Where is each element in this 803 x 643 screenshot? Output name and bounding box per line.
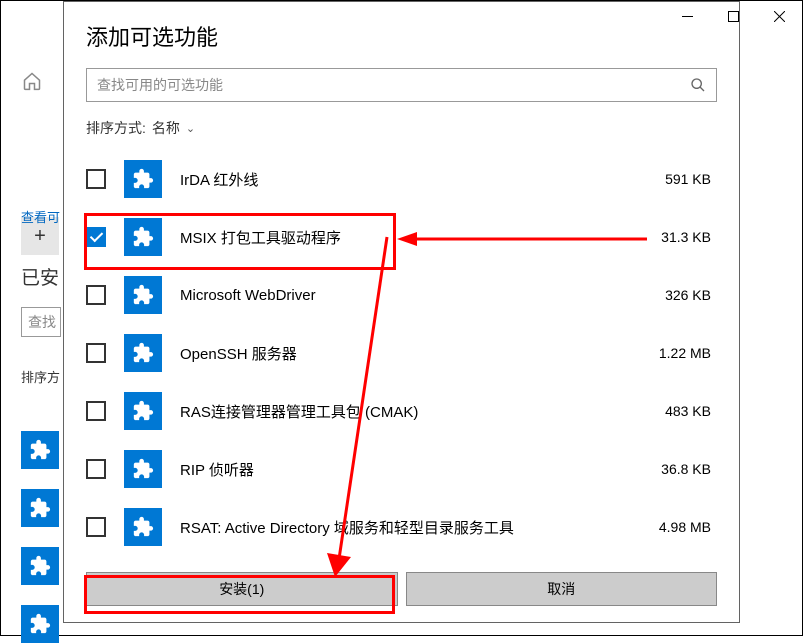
puzzle-icon [124, 218, 162, 256]
feature-size: 36.8 KB [661, 461, 711, 477]
feature-checkbox[interactable] [86, 459, 106, 479]
feature-item[interactable]: Microsoft WebDriver 326 KB [86, 266, 717, 324]
feature-name: RAS连接管理器管理工具包 (CMAK) [180, 401, 647, 422]
feature-checkbox[interactable] [86, 401, 106, 421]
bg-installed-heading: 已安 [21, 263, 63, 290]
feature-checkbox[interactable] [86, 285, 106, 305]
feature-item[interactable]: RIP 侦听器 36.8 KB [86, 440, 717, 498]
feature-name: RSAT: Active Directory 域服务和轻型目录服务工具 [180, 517, 641, 538]
dialog-title: 添加可选功能 [86, 20, 717, 52]
feature-size: 4.98 MB [659, 519, 711, 535]
feature-size: 1.22 MB [659, 345, 711, 361]
bg-feature-icon [21, 605, 59, 643]
feature-name: Microsoft WebDriver [180, 287, 647, 304]
install-button[interactable]: 安装(1) [86, 572, 398, 606]
feature-list: IrDA 红外线 591 KB MSIX 打包工具驱动程序 31.3 KB Micros… [86, 150, 717, 560]
feature-item[interactable]: MSIX 打包工具驱动程序 31.3 KB [86, 208, 717, 266]
feature-item[interactable]: IrDA 红外线 591 KB [86, 150, 717, 208]
feature-item[interactable]: OpenSSH 服务器 1.22 MB [86, 324, 717, 382]
bg-view-available-link: 查看可 [21, 207, 63, 226]
feature-name: IrDA 红外线 [180, 169, 647, 190]
feature-checkbox[interactable] [86, 343, 106, 363]
minimize-button[interactable] [664, 1, 710, 31]
feature-item[interactable]: RSAT: Active Directory 域服务和轻型目录服务工具 4.98 … [86, 498, 717, 556]
puzzle-icon [124, 392, 162, 430]
add-optional-feature-dialog: 添加可选功能 排序方式: 名称 ⌄ IrDA 红外线 591 KB MSIX 打包工… [63, 1, 740, 623]
puzzle-icon [124, 276, 162, 314]
bg-feature-icon [21, 431, 59, 469]
search-input-container[interactable] [86, 68, 717, 102]
maximize-button[interactable] [710, 1, 756, 31]
feature-size: 591 KB [665, 171, 711, 187]
home-icon [22, 71, 42, 91]
feature-checkbox[interactable] [86, 517, 106, 537]
feature-size: 483 KB [665, 403, 711, 419]
bg-search-input: 查找 [21, 307, 61, 337]
puzzle-icon [124, 334, 162, 372]
feature-name: OpenSSH 服务器 [180, 343, 641, 364]
puzzle-icon [124, 160, 162, 198]
bg-feature-icon [21, 489, 59, 527]
feature-name: MSIX 打包工具驱动程序 [180, 227, 643, 248]
feature-checkbox[interactable] [86, 227, 106, 247]
feature-item[interactable]: RAS连接管理器管理工具包 (CMAK) 483 KB [86, 382, 717, 440]
bg-feature-icon [21, 547, 59, 585]
feature-checkbox[interactable] [86, 169, 106, 189]
search-icon [690, 77, 706, 93]
search-input[interactable] [97, 77, 690, 93]
close-button[interactable] [756, 1, 802, 31]
sort-label: 排序方式: [86, 118, 146, 138]
feature-name: RIP 侦听器 [180, 459, 643, 480]
sort-dropdown[interactable]: 排序方式: 名称 ⌄ [86, 118, 717, 138]
bg-sort-label: 排序方 [21, 367, 63, 386]
cancel-button[interactable]: 取消 [406, 572, 718, 606]
puzzle-icon [124, 508, 162, 546]
puzzle-icon [124, 450, 162, 488]
chevron-down-icon: ⌄ [186, 122, 195, 135]
feature-size: 326 KB [665, 287, 711, 303]
sort-value: 名称 [152, 118, 180, 138]
feature-size: 31.3 KB [661, 229, 711, 245]
bg-add-button: + [21, 147, 59, 255]
